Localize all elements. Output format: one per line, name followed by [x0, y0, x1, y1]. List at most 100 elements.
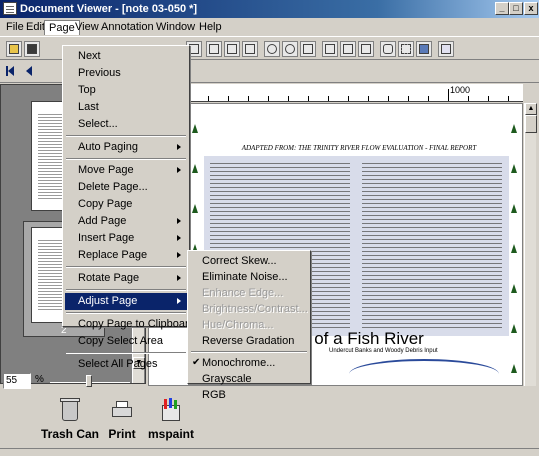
menu-item-next[interactable]: Next [65, 48, 187, 65]
zoom-control: 55 % [0, 371, 146, 391]
submenu-item-eliminate-noise[interactable]: Eliminate Noise... [190, 269, 308, 285]
page-prev-icon[interactable] [224, 41, 240, 57]
menu-item-copy-page[interactable]: Copy Page [65, 196, 187, 213]
menu-item-label: Delete Page... [78, 181, 148, 193]
shortcut-label: Trash Can [40, 427, 100, 441]
menu-item-adjust-page[interactable]: Adjust Page [65, 293, 187, 310]
menu-separator [66, 266, 186, 268]
doc-scroll-thumb[interactable] [525, 115, 537, 133]
horizontal-ruler: 1000 [148, 84, 523, 102]
annotation-icon[interactable] [438, 41, 454, 57]
submenu-arrow-icon [177, 167, 181, 173]
doc-scroll-up-button[interactable]: ▲ [525, 103, 537, 115]
menu-item-replace-page[interactable]: Replace Page [65, 247, 187, 264]
zoom-out-icon[interactable] [282, 41, 298, 57]
menu-item-label: Auto Paging [78, 141, 138, 153]
menu-item-label: Replace Page [78, 249, 148, 261]
menu-item-label: Select All Pages [78, 358, 158, 370]
previous-page-icon[interactable] [26, 66, 32, 76]
submenu-item-label: Enhance Edge... [202, 287, 284, 299]
view-double-icon[interactable] [340, 41, 356, 57]
maximize-button[interactable]: □ [509, 2, 523, 15]
submenu-item-label: RGB [202, 389, 226, 401]
text-column-right [362, 160, 502, 330]
shortcut-label: Print [108, 427, 136, 441]
paint-icon [158, 397, 184, 423]
submenu-item-rgb[interactable]: RGB [190, 387, 308, 403]
shortcut-mspaint[interactable]: mspaint [143, 397, 199, 441]
menu-item-label: Adjust Page [78, 295, 138, 307]
menu-item-move-page[interactable]: Move Page [65, 162, 187, 179]
page-menu-dropdown: Next Previous Top Last Select... Auto Paging M… [62, 45, 195, 370]
menu-item-label: Previous [78, 67, 121, 79]
figure-title: y of a Fish River [301, 329, 424, 348]
fit-page-icon[interactable] [300, 41, 316, 57]
title-bar[interactable]: Document Viewer - [note 03-050 *] [0, 0, 539, 18]
menu-item-top[interactable]: Top [65, 82, 187, 99]
menu-help[interactable]: Help [195, 20, 226, 35]
menu-bar: File Edit Page View Annotation Window He… [0, 18, 539, 36]
submenu-item-reverse-gradation[interactable]: Reverse Gradation [190, 333, 308, 349]
menu-item-label: Select... [78, 118, 118, 130]
submenu-item-grayscale[interactable]: Grayscale [190, 371, 308, 387]
shortcut-trash-can[interactable]: Trash Can [40, 397, 100, 441]
zoom-slider-thumb[interactable] [86, 375, 92, 387]
menu-separator [66, 135, 186, 137]
close-button[interactable]: x [524, 2, 538, 15]
submenu-arrow-icon [177, 252, 181, 258]
menu-item-select[interactable]: Select... [65, 116, 187, 133]
menu-item-insert-page[interactable]: Insert Page [65, 230, 187, 247]
view-multi-icon[interactable] [358, 41, 374, 57]
properties-icon[interactable] [416, 41, 432, 57]
first-page-icon[interactable] [8, 66, 14, 76]
document-scrollbar[interactable]: ▲ [524, 103, 537, 386]
figure-diagram [349, 359, 499, 385]
page-next-icon[interactable] [242, 41, 258, 57]
menu-separator [66, 289, 186, 291]
menu-item-previous[interactable]: Previous [65, 65, 187, 82]
menu-separator [66, 312, 186, 314]
shortcut-label: mspaint [147, 427, 194, 441]
menu-item-last[interactable]: Last [65, 99, 187, 116]
view-single-icon[interactable] [322, 41, 338, 57]
status-bar [0, 448, 539, 456]
menu-window[interactable]: Window [152, 20, 199, 35]
zoom-in-icon[interactable] [264, 41, 280, 57]
save-icon[interactable] [24, 41, 40, 57]
submenu-item-monochrome[interactable]: ✔ Monochrome... [190, 355, 308, 371]
zoom-unit: % [35, 374, 44, 385]
shortcut-print[interactable]: Print [104, 397, 140, 441]
submenu-item-label: Hue/Chroma... [202, 319, 274, 331]
first-page-bar-icon [6, 66, 8, 76]
app-icon[interactable] [3, 2, 17, 15]
menu-item-auto-paging[interactable]: Auto Paging [65, 139, 187, 156]
submenu-arrow-icon [177, 298, 181, 304]
menu-item-label: Add Page [78, 215, 127, 227]
menu-item-select-all-pages[interactable]: Select All Pages [65, 356, 187, 373]
menu-item-delete-page[interactable]: Delete Page... [65, 179, 187, 196]
menu-item-label: Next [78, 50, 101, 62]
trash-can-icon [57, 397, 83, 423]
menu-separator [66, 352, 186, 354]
menu-item-label: Copy Page to Clipboard [78, 318, 195, 330]
page-first-icon[interactable] [206, 41, 222, 57]
submenu-item-correct-skew[interactable]: Correct Skew... [190, 253, 308, 269]
window-title: Document Viewer - [note 03-050 *] [20, 3, 198, 15]
zoom-input[interactable]: 55 [3, 373, 31, 389]
minimize-button[interactable]: _ [495, 2, 509, 15]
menu-item-rotate-page[interactable]: Rotate Page [65, 270, 187, 287]
menu-item-copy-select-area[interactable]: Copy Select Area [65, 333, 187, 350]
menu-item-add-page[interactable]: Add Page [65, 213, 187, 230]
select-area-icon[interactable] [398, 41, 414, 57]
open-folder-icon[interactable] [6, 41, 22, 57]
submenu-item-label: Grayscale [202, 373, 252, 385]
menu-item-copy-page-to-clipboard[interactable]: Copy Page to Clipboard [65, 316, 195, 333]
ruler-label: 1000 [450, 85, 471, 95]
hand-tool-icon[interactable] [380, 41, 396, 57]
submenu-item-label: Eliminate Noise... [202, 271, 288, 283]
submenu-arrow-icon [177, 275, 181, 281]
menu-separator [66, 158, 186, 160]
submenu-arrow-icon [177, 144, 181, 150]
menu-annotation[interactable]: Annotation [97, 20, 158, 35]
checkmark-icon: ✔ [192, 357, 201, 368]
